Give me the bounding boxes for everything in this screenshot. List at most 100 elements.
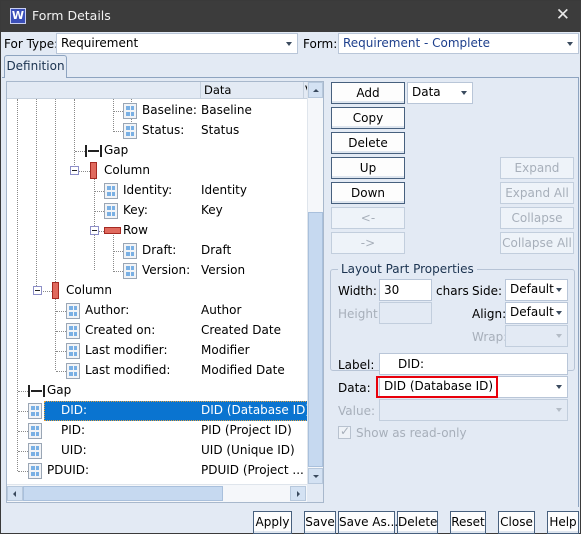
tree-horizontal-scrollbar[interactable] — [7, 484, 307, 502]
tree-row[interactable]: DID: DID (Database ID) — [7, 401, 307, 421]
tree-header: Data V — [7, 82, 309, 99]
tree-row-data: PDUID (Project ... — [201, 463, 304, 477]
tree-branch-line — [18, 411, 28, 412]
layout-tree[interactable]: Data V Baseline: Baseline Status: Status Gap… — [6, 81, 324, 503]
part-data-select[interactable]: DID (Database ID) — [379, 376, 568, 398]
tree-row-data: Modified Date — [201, 363, 285, 377]
side-select[interactable]: Default — [505, 279, 568, 301]
tree-row[interactable]: Column — [7, 281, 307, 301]
form-select[interactable]: Requirement - Complete — [338, 33, 579, 54]
for-type-select[interactable]: Requirement — [56, 33, 298, 54]
tree-row[interactable]: Identity: Identity — [7, 181, 307, 201]
help-button[interactable]: Help — [547, 511, 579, 534]
tree-row[interactable]: UID: UID (Unique ID) — [7, 441, 307, 461]
tree-row-name: Last modified: — [85, 363, 171, 377]
down-button[interactable]: Down — [331, 182, 405, 204]
tree-row[interactable]: PDUID: PDUID (Project ... — [7, 461, 307, 481]
wrap-select[interactable] — [505, 325, 568, 347]
column-icon — [52, 282, 59, 299]
height-label: Height: — [338, 307, 382, 321]
tree-row[interactable]: Draft: Draft — [7, 241, 307, 261]
show-read-only-checkbox[interactable] — [338, 424, 351, 439]
collapse-all-button[interactable]: Collapse All — [500, 232, 574, 254]
tab-definition[interactable]: Definition — [4, 55, 67, 78]
close-button[interactable]: Close — [498, 511, 535, 534]
height-input[interactable] — [379, 302, 432, 324]
part-data-value: DID (Database ID) — [384, 379, 494, 393]
close-icon[interactable]: ✕ — [556, 5, 570, 25]
tree-row[interactable]: Gap — [7, 141, 307, 161]
tree-branch-line — [75, 151, 85, 152]
field-icon — [123, 243, 137, 259]
scroll-up-icon[interactable] — [308, 82, 323, 98]
tree-row-data: Created Date — [201, 323, 281, 337]
collapse-toggle-icon[interactable] — [90, 226, 99, 235]
scroll-left-icon[interactable] — [7, 486, 23, 501]
align-select[interactable]: Default — [505, 302, 568, 324]
vertical-scroll-thumb[interactable] — [308, 212, 323, 467]
tree-row-name: DID: — [61, 403, 88, 417]
tree-row[interactable]: Version: Version — [7, 261, 307, 281]
field-icon — [28, 463, 42, 479]
add-button[interactable]: Add — [331, 82, 405, 104]
tree-row[interactable]: PID: PID (Project ID) — [7, 421, 307, 441]
chevron-down-icon — [567, 42, 573, 46]
move-right-button[interactable]: -> — [331, 232, 405, 254]
tree-row[interactable]: Gap — [7, 381, 307, 401]
gap-icon — [28, 385, 45, 397]
scroll-down-icon[interactable] — [308, 468, 323, 484]
save-button[interactable]: Save — [304, 511, 336, 534]
tree-row[interactable]: Created on: Created Date — [7, 321, 307, 341]
part-value-label: Value: — [338, 404, 375, 418]
gap-icon — [85, 145, 102, 157]
field-icon — [66, 303, 80, 319]
field-icon — [66, 323, 80, 339]
part-label-input[interactable]: DID: — [379, 353, 568, 375]
tree-row[interactable]: Column — [7, 161, 307, 181]
delete-part-button[interactable]: Delete — [331, 132, 405, 154]
delete-form-button[interactable]: Delete — [397, 511, 438, 534]
tree-rows: Baseline: Baseline Status: Status Gap Column I… — [7, 99, 307, 484]
collapse-toggle-icon[interactable] — [33, 286, 42, 295]
tree-branch-line — [56, 351, 66, 352]
tree-row-name: Draft: — [142, 243, 177, 257]
tree-row-name: Gap — [47, 383, 72, 397]
column-header-data[interactable]: Data — [200, 82, 303, 99]
scroll-right-icon[interactable] — [290, 486, 306, 501]
add-type-select[interactable]: Data — [407, 82, 473, 104]
tree-vertical-scrollbar[interactable] — [307, 82, 323, 484]
add-type-value: Data — [412, 85, 441, 99]
width-input[interactable]: 30 — [379, 279, 432, 301]
expand-button[interactable]: Expand — [500, 157, 574, 179]
tree-row[interactable]: Author: Author — [7, 301, 307, 321]
up-button[interactable]: Up — [331, 157, 405, 179]
tree-branch-line — [113, 131, 123, 132]
form-value: Requirement - Complete — [343, 36, 490, 50]
for-type-label: For Type: — [4, 37, 59, 51]
chevron-down-icon — [461, 91, 467, 95]
tree-row[interactable]: Baseline: Baseline — [7, 101, 307, 121]
field-icon — [28, 403, 42, 419]
move-left-button[interactable]: <- — [331, 207, 405, 229]
collapse-toggle-icon[interactable] — [70, 166, 79, 175]
reset-button[interactable]: Reset — [450, 511, 486, 534]
column-icon — [90, 162, 97, 179]
tree-branch-line — [56, 311, 66, 312]
tree-row[interactable]: Last modifier: Modifier — [7, 341, 307, 361]
apply-button[interactable]: Apply — [253, 511, 292, 534]
tree-row-data: Status — [201, 123, 240, 137]
tree-branch-line — [18, 431, 28, 432]
tree-row[interactable]: Row — [7, 221, 307, 241]
scroll-corner — [307, 484, 323, 502]
tree-row[interactable]: Key: Key — [7, 201, 307, 221]
horizontal-scroll-thumb[interactable] — [23, 486, 223, 501]
tree-row-name: Identity: — [123, 183, 173, 197]
save-as-button[interactable]: Save As... — [338, 511, 398, 534]
expand-all-button[interactable]: Expand All — [500, 182, 574, 204]
copy-button[interactable]: Copy — [331, 107, 405, 129]
collapse-button[interactable]: Collapse — [500, 207, 574, 229]
tree-row[interactable]: Last modified: Modified Date — [7, 361, 307, 381]
part-value-select[interactable] — [379, 399, 568, 421]
tree-row[interactable]: Status: Status — [7, 121, 307, 141]
tree-row-name: Baseline: — [142, 103, 197, 117]
